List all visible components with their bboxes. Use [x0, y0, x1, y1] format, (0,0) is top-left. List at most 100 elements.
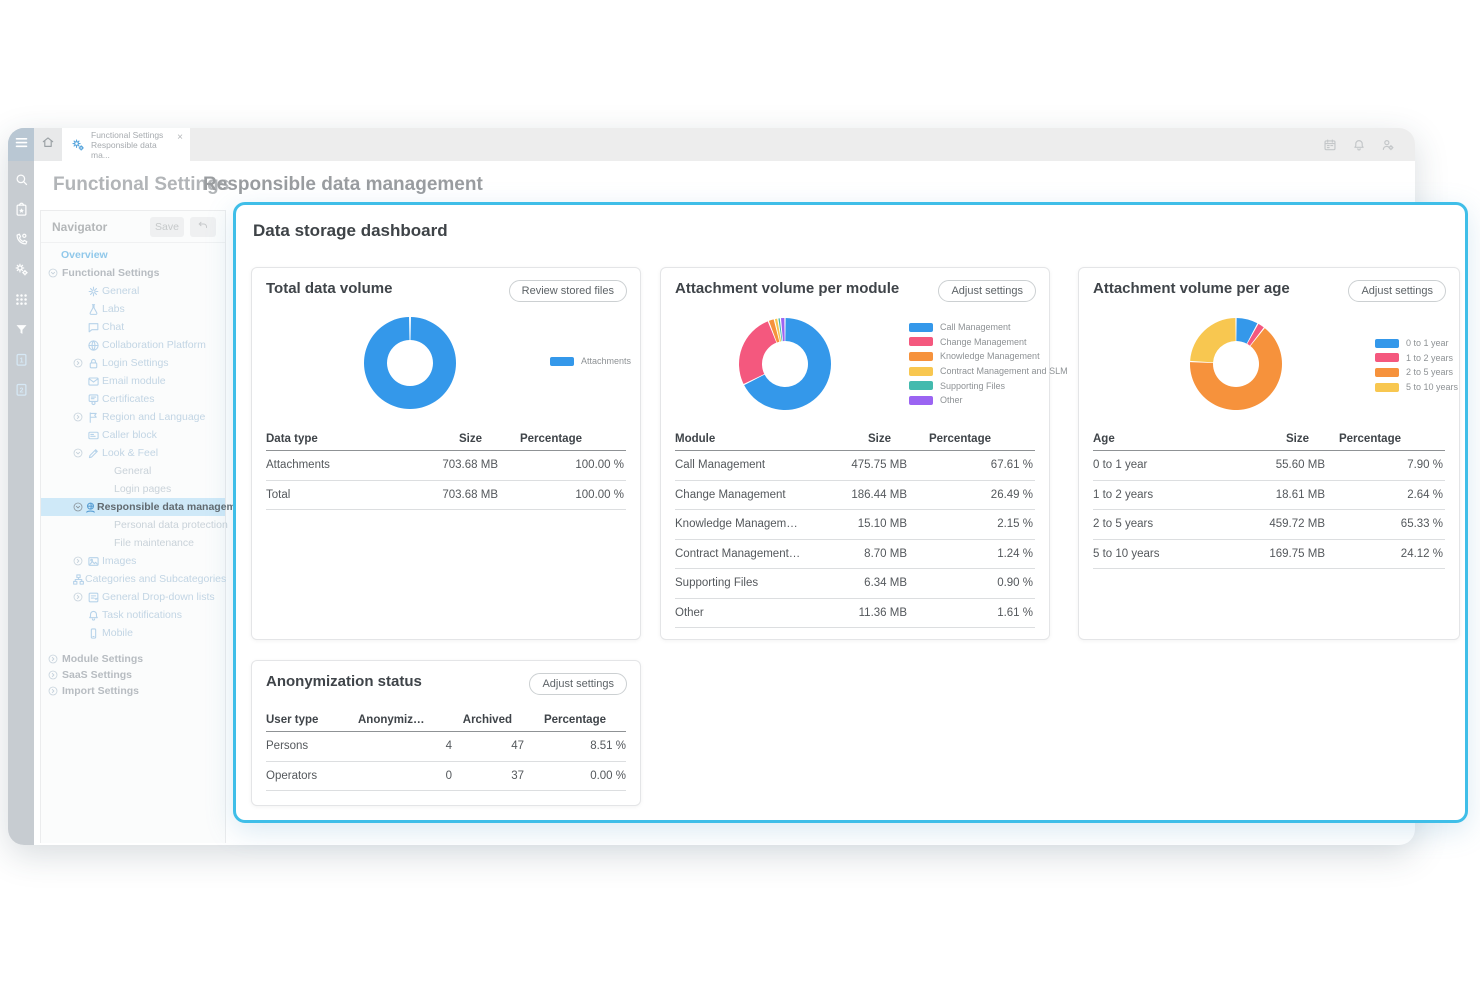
table-cell: 100.00 %: [500, 459, 626, 471]
lock-icon: [87, 357, 102, 370]
table-cell: 15.10 MB: [801, 518, 909, 530]
sidebar-item-overview[interactable]: Overview: [41, 246, 225, 264]
filter-icon[interactable]: [8, 318, 34, 341]
legend-label: Supporting Files: [940, 381, 1005, 391]
sidebar-item-collaboration-platform[interactable]: Collaboration Platform: [41, 336, 225, 354]
sidebar-item-region-and-language[interactable]: Region and Language: [41, 408, 225, 426]
ticket-2-icon[interactable]: 2: [8, 378, 34, 401]
column-header: User type: [266, 714, 358, 726]
legend-label: 0 to 1 year: [1406, 338, 1449, 348]
table-cell: 8.70 MB: [801, 548, 909, 560]
sidebar-item-labs[interactable]: Labs: [41, 300, 225, 318]
sidebar-item-label: Login Settings: [102, 357, 169, 369]
save-button[interactable]: Save: [150, 217, 184, 237]
legend-label: 2 to 5 years: [1406, 367, 1453, 377]
chevron-down-icon[interactable]: [47, 267, 62, 279]
legend-label: Call Management: [940, 322, 1011, 332]
sidebar-item-caller-block[interactable]: Caller block: [41, 426, 225, 444]
table-cell: 4: [358, 740, 454, 752]
sidebar-item-label: Look & Feel: [102, 447, 158, 459]
sidebar-item-label: Personal data protection: [114, 519, 228, 531]
table-cell: 475.75 MB: [801, 459, 909, 471]
chevron-right-icon[interactable]: [72, 357, 87, 369]
chevron-right-icon[interactable]: [72, 591, 87, 603]
chevron-down-icon[interactable]: [72, 447, 87, 459]
chevron-right-icon[interactable]: [47, 685, 62, 697]
sidebar-item-saas-settings[interactable]: SaaS Settings: [41, 667, 225, 683]
table-cell: 0.90 %: [909, 577, 1035, 589]
notifications-icon[interactable]: [1352, 138, 1366, 152]
sidebar-item-label: Collaboration Platform: [102, 339, 206, 351]
sidebar-item-module-settings[interactable]: Module Settings: [41, 651, 225, 667]
sidebar-item-general[interactable]: General: [41, 282, 225, 300]
adjust-settings-button[interactable]: Adjust settings: [1348, 280, 1446, 302]
chart-legend: 0 to 1 year1 to 2 years2 to 5 years5 to …: [1375, 336, 1458, 394]
tasks-icon[interactable]: [8, 198, 34, 221]
sidebar-item-certificates[interactable]: Certificates: [41, 390, 225, 408]
module-table: ModuleSizePercentage Call Management475.7…: [675, 428, 1035, 628]
chevron-right-icon[interactable]: [47, 669, 62, 681]
table-cell: Call Management: [675, 459, 801, 471]
tab-functional-settings[interactable]: Functional Settings Responsible data ma.…: [62, 128, 190, 161]
sidebar-item-chat[interactable]: Chat: [41, 318, 225, 336]
sidebar-item-categories-and-subcategories[interactable]: Categories and Subcategories: [41, 570, 225, 588]
table-cell: 55.60 MB: [1219, 459, 1327, 471]
undo-button[interactable]: [190, 217, 216, 237]
sidebar-item-login-pages[interactable]: Login pages: [41, 480, 225, 498]
flag-icon: [87, 411, 102, 424]
adjust-settings-button[interactable]: Adjust settings: [938, 280, 1036, 302]
table-row: 2 to 5 years459.72 MB65.33 %: [1093, 510, 1445, 540]
operator-settings-icon[interactable]: [1381, 138, 1395, 152]
legend-chip: [1375, 383, 1399, 392]
ticket-1-icon[interactable]: 1: [8, 348, 34, 371]
table-cell: 2 to 5 years: [1093, 518, 1219, 530]
sidebar-item-responsible-data-management[interactable]: Responsible data management: [41, 498, 225, 516]
sidebar-item-label: Task notifications: [102, 609, 182, 621]
close-icon[interactable]: ×: [177, 132, 183, 143]
age-table: AgeSizePercentage0 to 1 year55.60 MB7.90…: [1093, 428, 1445, 569]
chevron-right-icon[interactable]: [72, 555, 87, 567]
sidebar-item-label: Overview: [61, 249, 108, 261]
table-header-row: AgeSizePercentage: [1093, 428, 1445, 451]
sidebar-item-personal-data-protection[interactable]: Personal data protection: [41, 516, 225, 534]
column-header: Percentage: [1327, 433, 1445, 445]
legend-label: Attachments: [581, 356, 631, 366]
column-header: Size: [392, 433, 500, 445]
sidebar-item-email-module[interactable]: Email module: [41, 372, 225, 390]
sidebar-item-mobile[interactable]: Mobile: [41, 624, 225, 642]
sidebar-item-images[interactable]: Images: [41, 552, 225, 570]
table-row: Operators0370.00 %: [266, 762, 626, 792]
menu-button[interactable]: [8, 128, 34, 161]
sidebar-item-functional-settings[interactable]: Functional Settings: [41, 264, 225, 282]
review-stored-files-button[interactable]: Review stored files: [509, 280, 627, 302]
sidebar-item-general[interactable]: General: [41, 462, 225, 480]
table-cell: 1.24 %: [909, 548, 1035, 560]
sidebar-item-general-drop-down-lists[interactable]: General Drop-down lists: [41, 588, 225, 606]
table-header-row: Data typeSizePercentage: [266, 428, 626, 451]
chevron-right-icon[interactable]: [47, 653, 62, 665]
settings-icon[interactable]: [8, 258, 34, 281]
chevron-down-icon[interactable]: [72, 501, 84, 513]
sidebar-item-look-feel[interactable]: Look & Feel: [41, 444, 225, 462]
call-management-icon[interactable]: [8, 228, 34, 251]
sidebar-item-task-notifications[interactable]: Task notifications: [41, 606, 225, 624]
mobile-icon: [87, 627, 102, 640]
home-button[interactable]: [34, 128, 62, 161]
chevron-right-icon[interactable]: [72, 411, 87, 423]
home-icon: [41, 135, 55, 154]
sidebar-item-file-maintenance[interactable]: File maintenance: [41, 534, 225, 552]
modules-icon[interactable]: [8, 288, 34, 311]
sidebar-item-import-settings[interactable]: Import Settings: [41, 683, 225, 699]
table-header-row: ModuleSizePercentage: [675, 428, 1035, 451]
table-cell: Contract Management and SLM: [675, 548, 801, 560]
chart-legend: Call ManagementChange ManagementKnowledg…: [909, 320, 1068, 408]
plan-board-icon[interactable]: [1323, 138, 1337, 152]
search-icon[interactable]: [8, 168, 34, 191]
table-cell: 6.34 MB: [801, 577, 909, 589]
adjust-settings-button[interactable]: Adjust settings: [529, 673, 627, 695]
sidebar-item-login-settings[interactable]: Login Settings: [41, 354, 225, 372]
sidebar-item-label: Mobile: [102, 627, 133, 639]
column-header: Percentage: [500, 433, 626, 445]
table-cell: 8.51 %: [526, 740, 628, 752]
column-header: Size: [801, 433, 909, 445]
